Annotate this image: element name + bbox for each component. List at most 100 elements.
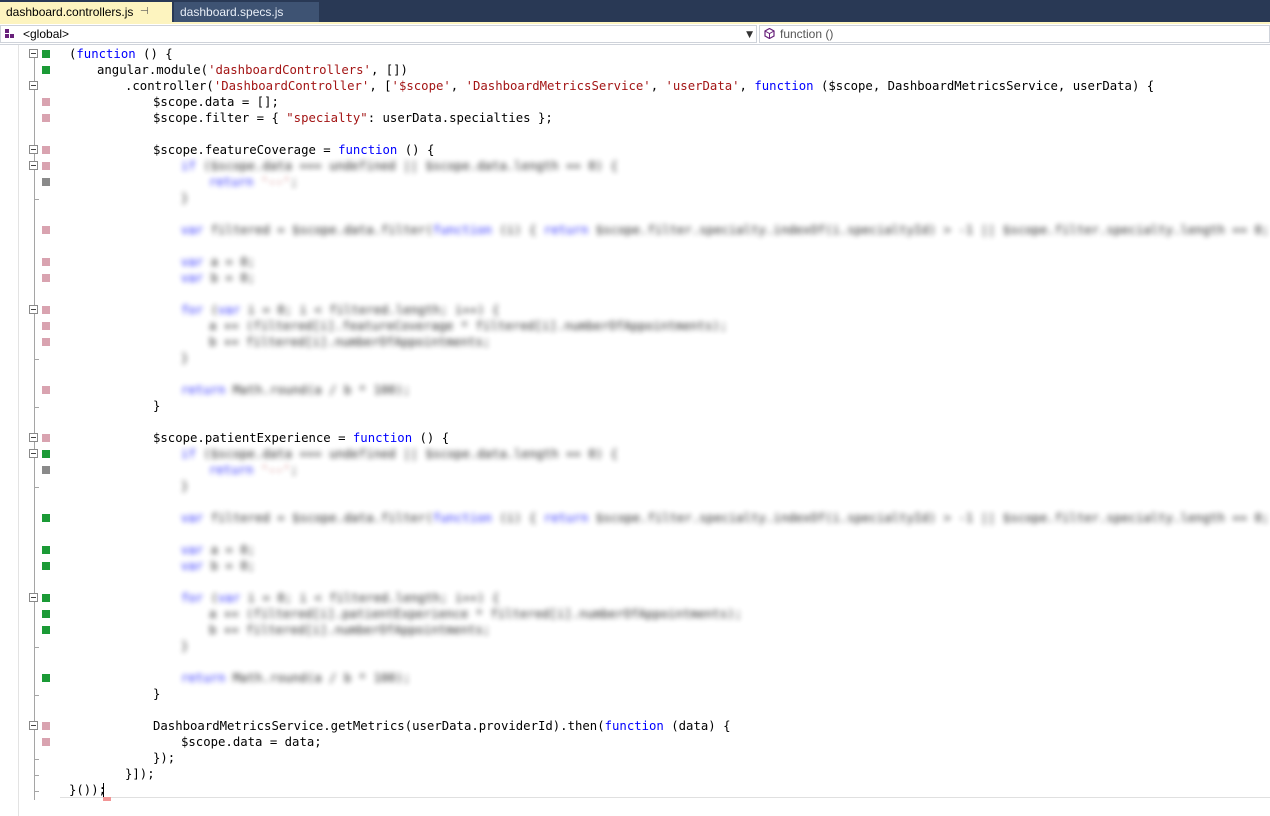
code-line[interactable]: return Math.round(a / b * 100); <box>0 670 1270 686</box>
code-line[interactable]: angular.module('dashboardControllers', [… <box>0 62 1270 78</box>
collapse-icon[interactable] <box>29 145 38 154</box>
code-line[interactable]: } <box>0 190 1270 206</box>
code-line[interactable] <box>0 286 1270 302</box>
document-tab-strip: dashboard.controllers.js ⊣ dashboard.spe… <box>0 0 1270 24</box>
code-line[interactable]: b += filtered[i].numberOfAppointments; <box>0 622 1270 638</box>
keyword-token: if <box>181 447 196 461</box>
code-line[interactable]: for (var i = 0; i < filtered.length; i++… <box>0 302 1270 318</box>
code-line[interactable]: } <box>0 398 1270 414</box>
tab-dashboard-controllers[interactable]: dashboard.controllers.js ⊣ <box>0 2 172 22</box>
code-line[interactable]: $scope.data = []; <box>0 94 1270 110</box>
code-line[interactable]: $scope.data = data; <box>0 734 1270 750</box>
code-line[interactable]: } <box>0 478 1270 494</box>
change-tracking-marker <box>42 610 50 618</box>
code-line[interactable]: var a = 0; <box>0 254 1270 270</box>
code-line[interactable] <box>0 206 1270 222</box>
change-tracking-marker <box>42 114 50 122</box>
chevron-down-icon[interactable]: ▼ <box>746 27 753 43</box>
collapse-icon[interactable] <box>29 81 38 90</box>
change-tracking-marker <box>42 722 50 730</box>
code-line[interactable]: b += filtered[i].numberOfAppointments; <box>0 334 1270 350</box>
code-line[interactable]: }); <box>0 750 1270 766</box>
keyword-token: function <box>352 431 413 445</box>
change-tracking-marker <box>42 306 50 314</box>
fold-end-marker <box>34 759 39 760</box>
pin-icon[interactable]: ⊣ <box>140 2 149 22</box>
tab-label: dashboard.controllers.js <box>6 5 134 19</box>
code-line[interactable] <box>0 654 1270 670</box>
tab-dashboard-specs[interactable]: dashboard.specs.js <box>174 2 319 22</box>
code-line[interactable]: return Math.round(a / b * 100); <box>0 382 1270 398</box>
code-text: $scope.data = []; <box>153 94 279 110</box>
code-line[interactable]: .controller('DashboardController', ['$sc… <box>0 78 1270 94</box>
code-line[interactable]: var b = 0; <box>0 270 1270 286</box>
collapse-icon[interactable] <box>29 721 38 730</box>
code-line[interactable]: var filtered = $scope.data.filter(functi… <box>0 222 1270 238</box>
code-line[interactable] <box>0 574 1270 590</box>
code-line[interactable] <box>0 238 1270 254</box>
member-dropdown[interactable]: function () <box>759 25 1270 43</box>
code-line[interactable]: }]); <box>0 766 1270 782</box>
fold-end-marker <box>34 359 39 360</box>
code-line[interactable]: a += (filtered[i].featureCoverage * filt… <box>0 318 1270 334</box>
code-line[interactable] <box>0 366 1270 382</box>
code-line[interactable]: return '--'; <box>0 462 1270 478</box>
code-line[interactable]: } <box>0 638 1270 654</box>
code-line[interactable]: a += (filtered[i].patientExperience * fi… <box>0 606 1270 622</box>
code-line[interactable]: } <box>0 350 1270 366</box>
collapse-icon[interactable] <box>29 449 38 458</box>
change-tracking-marker <box>42 178 50 186</box>
change-tracking-marker <box>42 258 50 266</box>
code-token: $scope.data = data; <box>181 735 322 749</box>
code-line[interactable] <box>0 494 1270 510</box>
code-line[interactable]: }()); <box>0 782 1270 798</box>
code-token: $scope.filter = { <box>153 111 287 125</box>
code-line[interactable] <box>0 702 1270 718</box>
code-token: }); <box>153 751 176 765</box>
code-line[interactable]: $scope.patientExperience = function () { <box>0 430 1270 446</box>
keyword-token: for <box>181 591 204 605</box>
code-line[interactable]: $scope.filter = { "specialty": userData.… <box>0 110 1270 126</box>
code-token: , <box>650 79 666 93</box>
fold-end-marker <box>34 647 39 648</box>
change-tracking-marker <box>42 98 50 106</box>
collapse-icon[interactable] <box>29 433 38 442</box>
text-cursor <box>103 783 104 798</box>
collapse-icon[interactable] <box>29 593 38 602</box>
collapse-icon[interactable] <box>29 161 38 170</box>
code-text: var a = 0; <box>181 542 255 558</box>
scope-dropdown[interactable]: <global> ▼ <box>0 25 757 43</box>
project-icon <box>5 29 15 39</box>
code-token: } <box>153 687 161 701</box>
code-text: a += (filtered[i].featureCoverage * filt… <box>209 318 727 334</box>
collapse-icon[interactable] <box>29 49 38 58</box>
code-line[interactable]: for (var i = 0; i < filtered.length; i++… <box>0 590 1270 606</box>
keyword-token: function <box>338 143 398 157</box>
fold-end-marker <box>34 407 39 408</box>
code-line[interactable]: var b = 0; <box>0 558 1270 574</box>
collapse-icon[interactable] <box>29 305 38 314</box>
code-line[interactable]: $scope.featureCoverage = function () { <box>0 142 1270 158</box>
code-line[interactable]: var a = 0; <box>0 542 1270 558</box>
code-line[interactable]: return '--'; <box>0 174 1270 190</box>
code-line[interactable]: if ($scope.data === undefined || $scope.… <box>0 158 1270 174</box>
code-line[interactable]: if ($scope.data === undefined || $scope.… <box>0 446 1270 462</box>
change-tracking-marker <box>42 562 50 570</box>
code-token: b = 0; <box>203 559 256 573</box>
string-token: 'DashboardController' <box>213 79 370 93</box>
code-text: } <box>181 478 188 494</box>
code-token: , [ <box>369 79 392 93</box>
code-token: , <box>739 79 755 93</box>
code-token: ( <box>203 591 219 605</box>
code-line[interactable] <box>0 526 1270 542</box>
code-line[interactable]: (function () { <box>0 46 1270 62</box>
code-line[interactable] <box>0 414 1270 430</box>
code-line[interactable] <box>0 126 1270 142</box>
code-text: $scope.data = data; <box>181 734 322 750</box>
code-token: $scope.patientExperience = <box>153 431 353 445</box>
code-line[interactable]: var filtered = $scope.data.filter(functi… <box>0 510 1270 526</box>
code-token: } <box>153 399 161 413</box>
code-line[interactable]: DashboardMetricsService.getMetrics(userD… <box>0 718 1270 734</box>
code-text: .controller('DashboardController', ['$sc… <box>125 78 1154 94</box>
code-line[interactable]: } <box>0 686 1270 702</box>
